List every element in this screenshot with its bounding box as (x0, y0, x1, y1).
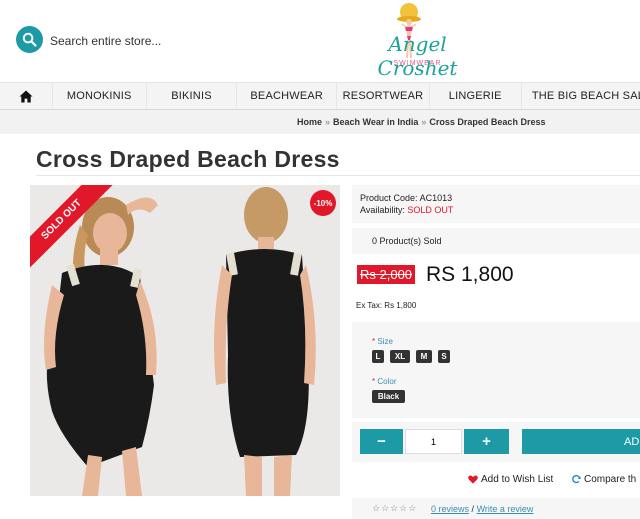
quantity-input[interactable] (405, 429, 462, 454)
site-logo[interactable]: Angel Croshet SWIMWEAR (350, 2, 485, 80)
logo-subtitle: SWIMWEAR (393, 60, 442, 67)
search-button[interactable] (16, 26, 43, 53)
size-option-m[interactable]: M (416, 350, 432, 363)
nav-item-bikinis[interactable]: BIKINIS (145, 83, 236, 109)
nav-item-lingerie[interactable]: LINGERIE (428, 83, 521, 109)
old-price: Rs 2,000 (357, 265, 416, 284)
size-option-l[interactable]: L (372, 350, 384, 363)
nav-item-beachwear[interactable]: BEACHWEAR (236, 83, 336, 109)
availability-row: Availability: SOLD OUT (360, 205, 453, 215)
main-nav: MONOKINIS BIKINIS BEACHWEAR RESORTWEAR L… (0, 82, 640, 110)
quantity-row: − + AD (352, 422, 640, 462)
quantity-decrease-button[interactable]: − (360, 429, 403, 454)
breadcrumb-home[interactable]: Home (297, 117, 322, 127)
size-label-text: Size (377, 337, 393, 346)
breadcrumb: Home» Beach Wear in India» Cross Draped Be… (0, 110, 640, 134)
price-box: Rs 2,000 RS 1,800 Ex Tax: Rs 1,800 (352, 258, 640, 320)
product-code-label: Product Code: (360, 193, 418, 203)
compare-label: Compare th (584, 474, 637, 485)
nav-item-monokinis[interactable]: MONOKINIS (51, 83, 146, 109)
new-price: RS 1,800 (426, 263, 514, 286)
review-row: ☆☆☆☆☆ 0 reviews / Write a review (352, 498, 640, 519)
breadcrumb-beach-wear[interactable]: Beach Wear in India (333, 117, 418, 127)
site-header: Angel Croshet SWIMWEAR (0, 0, 640, 82)
sold-count-box: 0 Product(s) Sold (352, 228, 640, 254)
page-title: Cross Draped Beach Dress (36, 146, 340, 172)
refresh-icon (572, 475, 581, 484)
title-divider (36, 175, 640, 176)
wishlist-label: Add to Wish List (481, 474, 554, 485)
color-label-text: Color (377, 377, 397, 386)
availability-label: Availability: (360, 205, 405, 215)
logo-text: Angel Croshet (377, 32, 458, 80)
product-photo (30, 185, 340, 496)
add-to-cart-button[interactable]: AD (522, 429, 640, 454)
breadcrumb-separator: » (421, 117, 427, 127)
add-to-wishlist-link[interactable]: Add to Wish List (468, 474, 553, 485)
review-links: 0 reviews / Write a review (431, 504, 533, 514)
size-option-s[interactable]: S (438, 350, 450, 363)
product-actions: Add to Wish List Compare th (352, 468, 640, 492)
heart-icon (468, 475, 478, 484)
home-icon (19, 90, 33, 102)
write-review-link[interactable]: Write a review (477, 504, 534, 514)
size-option-xl[interactable]: XL (390, 350, 410, 363)
search-icon (22, 32, 37, 47)
required-asterisk: * (372, 377, 376, 386)
product-options: * Size L XL M S * Color Black (352, 322, 640, 418)
quantity-increase-button[interactable]: + (464, 429, 509, 454)
ex-tax-price: Ex Tax: Rs 1,800 (356, 301, 417, 310)
breadcrumb-separator: » (325, 117, 331, 127)
size-label: * Size (372, 337, 393, 346)
availability-value: SOLD OUT (407, 205, 454, 215)
product-code-row: Product Code: AC1013 (360, 193, 452, 203)
nav-home[interactable] (0, 83, 52, 109)
color-option-black[interactable]: Black (372, 390, 405, 403)
nav-item-resortwear[interactable]: RESORTWEAR (336, 83, 428, 109)
breadcrumb-current[interactable]: Cross Draped Beach Dress (429, 117, 545, 127)
star-rating-icon: ☆☆☆☆☆ (372, 503, 418, 513)
product-code-value: AC1013 (419, 193, 453, 203)
review-separator: / (471, 504, 475, 514)
compare-link[interactable]: Compare th (572, 474, 636, 485)
color-label: * Color (372, 377, 396, 386)
product-image[interactable]: SOLD OUT -10% (30, 185, 340, 496)
product-info-box: Product Code: AC1013 Availability: SOLD … (352, 185, 640, 223)
required-asterisk: * (372, 337, 376, 346)
nav-item-big-beach-sale[interactable]: THE BIG BEACH SAL (520, 83, 640, 109)
discount-badge: -10% (310, 190, 336, 216)
search-input[interactable] (48, 29, 232, 53)
reviews-link[interactable]: 0 reviews (431, 504, 469, 514)
sold-count: 0 Product(s) Sold (372, 236, 442, 246)
